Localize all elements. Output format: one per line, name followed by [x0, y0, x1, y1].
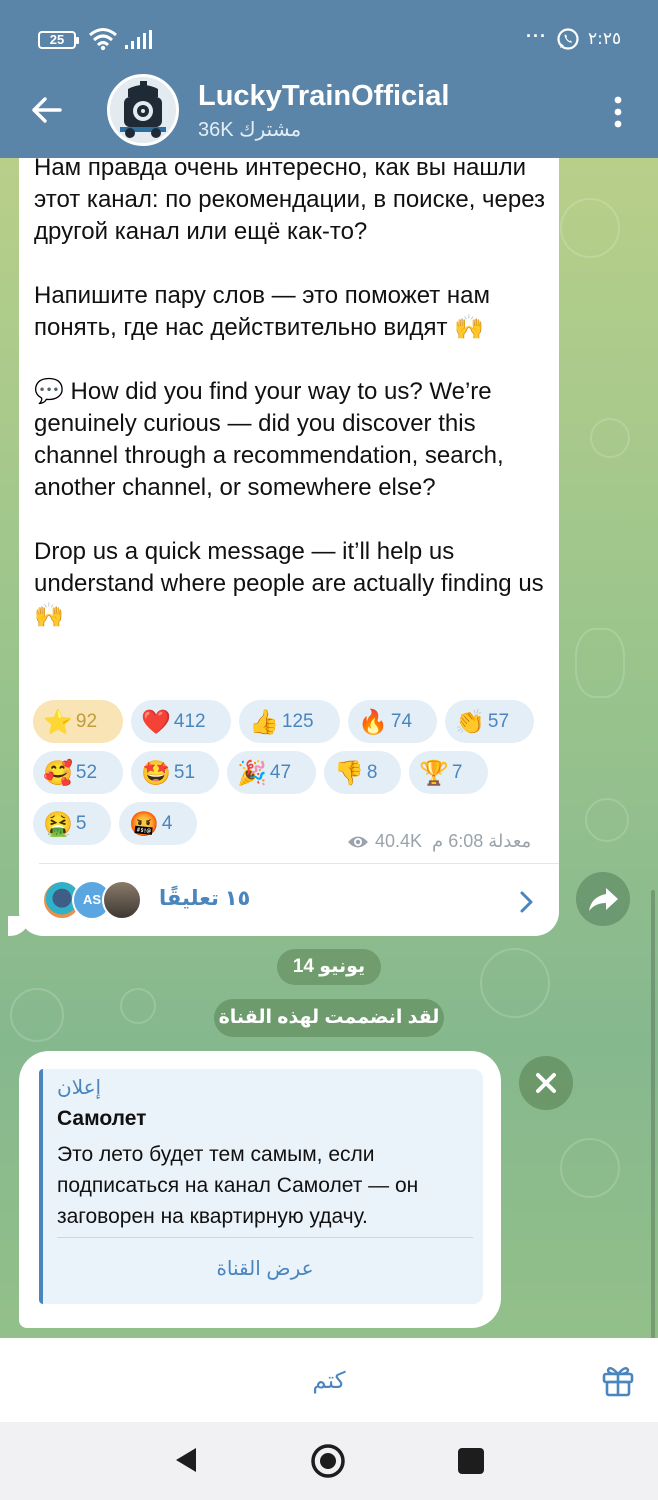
train-logo-icon [110, 77, 176, 143]
nav-home-icon[interactable] [310, 1443, 346, 1479]
ad-title: Самолет [57, 1107, 147, 1130]
share-button[interactable] [576, 872, 630, 926]
reaction-emoji: 🤩 [141, 758, 171, 787]
reaction-emoji: ❤️ [141, 707, 171, 736]
channel-avatar[interactable] [107, 74, 179, 146]
chat-background[interactable]: Нам правда очень интересно, как вы нашли… [0, 158, 658, 1338]
reaction-emoji: 👎 [334, 758, 364, 787]
edited-time: معدلة 6:08 م [432, 831, 532, 851]
notification-more-icon: ··· [526, 26, 547, 46]
reaction-count: 125 [281, 710, 314, 732]
reaction-pill[interactable]: 🤬 4 [119, 802, 197, 845]
channel-post[interactable]: Нам правда очень интересно, как вы нашли… [19, 158, 559, 936]
reaction-pill[interactable]: 🏆 7 [409, 751, 488, 794]
reaction-emoji: 🤮 [43, 809, 73, 838]
post-text: Нам правда очень интересно, как вы нашли… [34, 158, 546, 629]
comments-count: ١٥ تعليقًا [159, 887, 251, 910]
reaction-emoji: 👍 [249, 707, 279, 736]
reaction-pill[interactable]: 🥰 52 [33, 751, 123, 794]
reaction-pill[interactable]: 🤮 5 [33, 802, 111, 845]
view-count: 40.4K [375, 831, 423, 851]
sponsored-card[interactable]: إعلان Самолет Это лето будет тем самым, … [39, 1069, 483, 1304]
system-nav-bar [0, 1422, 658, 1500]
gift-icon[interactable] [600, 1362, 636, 1398]
nav-back-icon[interactable] [172, 1445, 200, 1475]
scrollbar[interactable] [651, 890, 655, 1338]
channel-name[interactable]: LuckyTrainOfficial [198, 80, 449, 113]
ad-divider [57, 1237, 473, 1238]
reaction-count: 92 [75, 710, 98, 732]
signal-icon [125, 30, 152, 49]
reaction-count: 4 [161, 812, 173, 834]
channel-bottom-bar: كتم [0, 1338, 658, 1422]
mute-button[interactable]: كتم [279, 1360, 379, 1400]
whatsapp-icon [557, 28, 579, 50]
share-icon [589, 888, 618, 911]
reaction-emoji: 🎉 [237, 758, 267, 787]
reaction-emoji: 👏 [455, 707, 485, 736]
reaction-emoji: 🔥 [358, 707, 388, 736]
reaction-pill[interactable]: 👍 125 [239, 700, 340, 743]
reaction-pill[interactable]: 🎉 47 [227, 751, 316, 794]
reaction-count: 74 [390, 710, 413, 732]
reaction-count: 8 [366, 761, 378, 783]
status-bar: 25 ··· ٢:٢٥ [0, 0, 658, 72]
ad-label: إعلان [57, 1077, 102, 1099]
eye-icon [348, 836, 368, 847]
reaction-count: 47 [269, 761, 292, 783]
close-ad-button[interactable] [519, 1056, 573, 1110]
post-meta: 40.4K معدلة 6:08 م [347, 831, 531, 852]
wifi-icon [89, 28, 117, 51]
reaction-pill[interactable]: ⭐ 92 [33, 700, 123, 743]
nav-recents-icon[interactable] [458, 1448, 484, 1474]
reaction-count: 51 [173, 761, 196, 783]
view-channel-button[interactable]: عرض القناة [57, 1241, 473, 1297]
reaction-pill[interactable]: 👏 57 [445, 700, 534, 743]
clock: ٢:٢٥ [588, 29, 622, 49]
reaction-emoji: 🤬 [129, 809, 159, 838]
ad-text: Это лето будет тем самым, если подписать… [57, 1143, 419, 1228]
reaction-emoji: 🏆 [419, 758, 449, 787]
reaction-count: 412 [173, 710, 206, 732]
subscriber-count: 36K مشترك [198, 119, 302, 141]
chat-header: LuckyTrainOfficial 36K مشترك [0, 72, 658, 158]
comment-avatar [102, 880, 142, 920]
close-icon [536, 1073, 556, 1093]
reaction-emoji: ⭐ [43, 707, 73, 736]
chevron-right-icon [520, 891, 533, 913]
more-vertical-icon[interactable] [604, 92, 632, 132]
date-separator: 14 يونيو [277, 949, 381, 985]
back-button[interactable] [26, 90, 66, 130]
sponsored-message[interactable]: إعلان Самолет Это лето будет тем самым, … [19, 1051, 501, 1328]
joined-notice: لقد انضممت لهذه القناة [214, 999, 444, 1037]
reaction-pill[interactable]: 👎 8 [324, 751, 401, 794]
comments-button[interactable]: AS ١٥ تعليقًا [19, 864, 559, 934]
reaction-pill[interactable]: ❤️ 412 [131, 700, 231, 743]
reaction-emoji: 🥰 [43, 758, 73, 787]
battery-indicator: 25 [38, 31, 79, 49]
reaction-pill[interactable]: 🤩 51 [131, 751, 219, 794]
reaction-pill[interactable]: 🔥 74 [348, 700, 437, 743]
reaction-count: 7 [451, 761, 463, 783]
reaction-count: 5 [75, 812, 87, 834]
reaction-count: 52 [75, 761, 98, 783]
reaction-count: 57 [487, 710, 510, 732]
